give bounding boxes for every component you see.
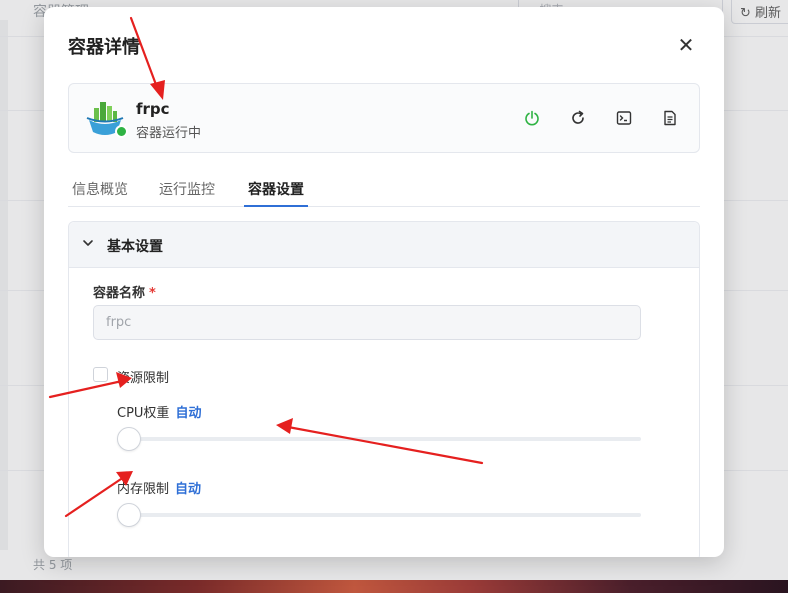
container-summary-card: frpc 容器运行中 xyxy=(68,83,700,153)
container-name-label-text: 容器名称 xyxy=(93,286,146,301)
close-icon[interactable]: ✕ xyxy=(674,33,698,57)
cpu-weight-label: CPU权重 自动 xyxy=(117,402,201,421)
memory-limit-value: 自动 xyxy=(175,482,202,497)
tab-monitoring[interactable]: 运行监控 xyxy=(159,179,215,207)
log-icon xyxy=(664,110,676,126)
log-button[interactable] xyxy=(658,106,682,130)
chevron-down-icon xyxy=(83,240,93,246)
container-name-input[interactable] xyxy=(93,305,641,340)
running-status-dot xyxy=(115,125,128,138)
container-name: frpc xyxy=(136,100,170,118)
memory-limit-label-text: 内存限制 xyxy=(117,482,170,497)
basic-settings-header[interactable]: 基本设置 xyxy=(69,222,699,268)
power-icon xyxy=(525,110,539,126)
memory-limit-slider-track[interactable] xyxy=(117,513,641,517)
terminal-icon xyxy=(616,111,632,125)
power-button[interactable] xyxy=(520,106,544,130)
required-mark: * xyxy=(149,286,156,301)
terminal-button[interactable] xyxy=(612,106,636,130)
container-name-label: 容器名称 * xyxy=(93,282,156,301)
memory-limit-label: 内存限制 自动 xyxy=(117,478,201,497)
resource-limit-label: 资源限制 xyxy=(117,371,170,386)
resource-limit-checkbox[interactable] xyxy=(93,367,108,382)
basic-settings-title: 基本设置 xyxy=(107,239,163,255)
tab-overview[interactable]: 信息概览 xyxy=(72,179,128,207)
cpu-weight-slider-thumb[interactable] xyxy=(117,427,141,451)
memory-limit-slider-thumb[interactable] xyxy=(117,503,141,527)
detail-tabs: 信息概览 运行监控 容器设置 xyxy=(68,173,700,207)
basic-settings-panel: 基本设置 容器名称* 资源限制 CPU权重自动 内存限制自动 xyxy=(68,221,700,557)
cpu-weight-value: 自动 xyxy=(175,406,202,421)
container-status-text: 容器运行中 xyxy=(136,126,202,141)
desktop-wallpaper xyxy=(0,580,788,593)
restart-button[interactable] xyxy=(566,106,590,130)
restart-icon xyxy=(572,110,584,124)
cpu-weight-slider-track[interactable] xyxy=(117,437,641,441)
dialog-title: 容器详情 xyxy=(68,37,140,58)
cpu-weight-label-text: CPU权重 xyxy=(117,406,170,421)
tab-container-settings[interactable]: 容器设置 xyxy=(244,179,308,207)
container-detail-dialog: 容器详情 ✕ frpc 容器运行中 信息概览 运行监控 容器设置 基本设置 容器… xyxy=(44,7,724,557)
